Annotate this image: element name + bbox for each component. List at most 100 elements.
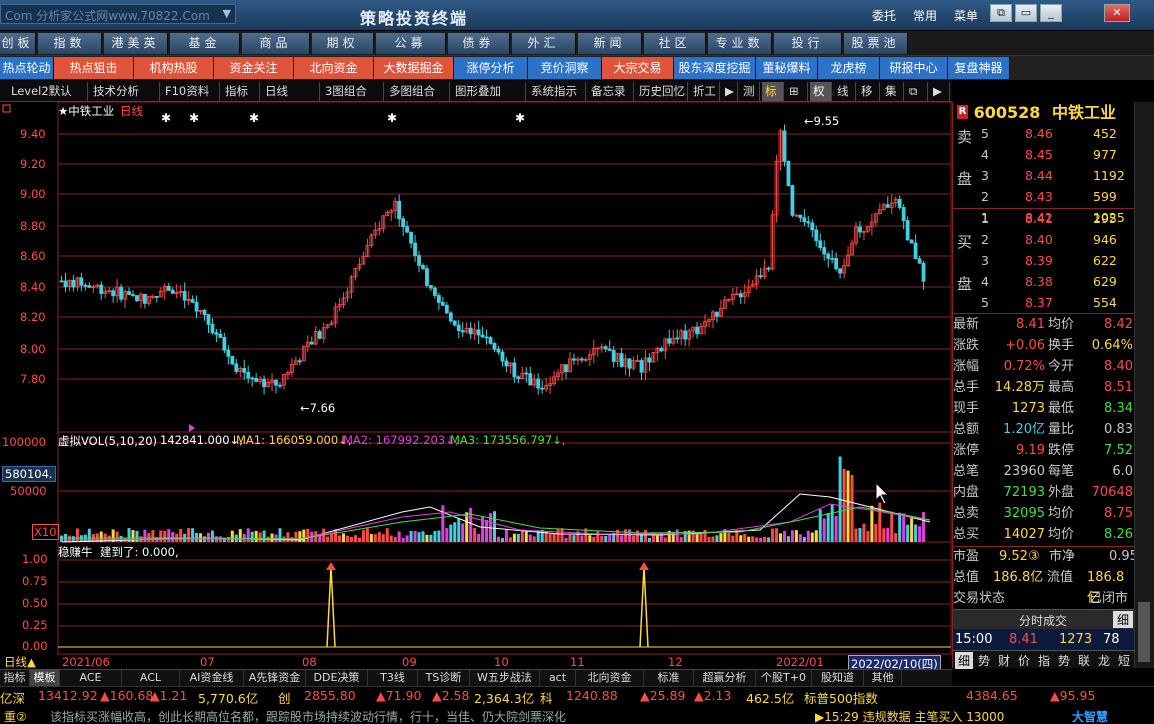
feature-tab-7[interactable]: 竞价洞察 [528,57,602,79]
feature-tab-2[interactable]: 机构热股 [134,57,214,79]
feature-tab-1[interactable]: 热点狙击 [54,57,134,79]
quote-tab-2[interactable]: 财 [995,652,1013,669]
indicator-tab-4[interactable]: AI资金线 [180,670,244,686]
toolbar-btn-20[interactable]: ⧉ [906,82,928,101]
minimize-icon[interactable]: _ [1040,4,1062,22]
quote-tab-0[interactable]: 细 [955,652,973,669]
toolbar-btn-0[interactable]: Level2默认 [8,82,88,101]
sell-level-3[interactable]: 3 8.44 1192 [953,166,1135,187]
detail-tab[interactable]: 细 [1113,611,1133,628]
menu-item-9[interactable]: 新闻 [578,33,642,54]
kline-chart-area[interactable]: ✱ ✱ ✱ ✱ ✱ ★中铁工业 日线 9.40 9.20 9.00 8.80 8.60 8.40 8… [0,102,952,673]
quote-tab-4[interactable]: 指 [1035,652,1053,669]
main-menu[interactable]: 菜单 [954,7,978,24]
quote-tab-1[interactable]: 势 [975,652,993,669]
menu-item-0[interactable]: 创板 [0,33,36,54]
indicator-tab-9[interactable]: W五步战法 [470,670,540,686]
toolbar-btn-11[interactable]: 折工 [690,82,720,101]
buy-level-5[interactable]: 5 8.37 554 [953,293,1135,314]
menu-item-4[interactable]: 商品 [242,33,310,54]
indicator-tab-3[interactable]: ACL [122,670,180,686]
sell-level-2[interactable]: 2 8.43 599 [953,187,1135,208]
indicator-tab-12[interactable]: 标准 [644,670,694,686]
feature-tab-11[interactable]: 龙虎榜 [818,57,880,79]
sell-level-5[interactable]: 5 8.46 452 [953,124,1135,145]
toolbar-btn-2[interactable]: F10资料 [162,82,220,101]
indicator-tab-8[interactable]: TS诊断 [418,670,470,686]
common-menu[interactable]: 常用 [913,7,937,24]
feature-tab-12[interactable]: 研报中心 [880,57,948,79]
indicator-tab-1[interactable]: 模板 [30,670,60,686]
toolbar-btn-18[interactable]: 移 [858,82,880,101]
indicator-tab-16[interactable]: 其他 [864,670,902,686]
indicator-tab-15[interactable]: 股知道 [812,670,864,686]
feature-tab-8[interactable]: 大宗交易 [602,57,674,79]
toolbar-btn-1[interactable]: 技术分析 [90,82,160,101]
menu-item-12[interactable]: 投行 [774,33,842,54]
stock-search-input[interactable]: Com 分析家公式网www.70822.Com ▼ [0,4,236,24]
restore-icon[interactable]: ⧉ [990,4,1012,22]
period-bottom[interactable]: 日线▲ [4,654,36,670]
buy-level-2[interactable]: 2 8.40 946 [953,230,1135,251]
toolbar-btn-17[interactable]: 线 [834,82,856,101]
toolbar-btn-3[interactable]: 指标 [222,82,260,101]
menu-item-3[interactable]: 基金 [170,33,240,54]
toolbar-btn-15[interactable]: ⊞ [786,82,808,101]
toolbar-btn-12[interactable]: ▶ [722,82,738,101]
scroll-thumb[interactable] [1138,602,1150,662]
toolbar-btn-14[interactable]: 标 [762,82,784,101]
feature-tab-0[interactable]: 热点轮动 [0,57,54,79]
close-icon[interactable]: ✕ [1104,4,1130,22]
toolbar-btn-7[interactable]: 图形叠加 [452,82,526,101]
quote-tab-8[interactable]: 短 [1115,652,1133,669]
feature-tab-13[interactable]: 复盘神器 [948,57,1010,79]
menu-item-11[interactable]: 专业数据 [708,33,772,71]
indicator-tab-11[interactable]: 北向资金 [576,670,644,686]
menu-item-1[interactable]: 指数 [38,33,102,54]
feature-tab-6[interactable]: 涨停分析 [454,57,528,79]
feature-tab-3[interactable]: 资金关注 [214,57,294,79]
indicator-tab-10[interactable]: act [540,670,576,686]
menu-item-6[interactable]: 公募REITs [376,33,446,71]
toolbar-btn-10[interactable]: 历史回忆 [636,82,688,101]
menu-item-7[interactable]: 债券 [448,33,510,54]
indicator-tab-7[interactable]: T3线 [368,670,418,686]
indicator-tab-13[interactable]: 超赢分析 [694,670,756,686]
feature-tab-10[interactable]: 董秘爆料 [756,57,818,79]
toolbar-btn-16[interactable]: 权 [810,82,832,101]
menu-item-13[interactable]: 股票池 [844,33,908,54]
feature-tab-5[interactable]: 大数据掘金 [374,57,454,79]
menu-item-2[interactable]: 港美英 [104,33,168,54]
buy-level-3[interactable]: 3 8.39 622 [953,251,1135,272]
quote-tab-3[interactable]: 价 [1015,652,1033,669]
right-scrollbar[interactable] [1134,102,1154,668]
indicator-tab-5[interactable]: A先锋资金 [244,670,306,686]
toolbar-btn-6[interactable]: 多图组合 [386,82,450,101]
indicator-tab-14[interactable]: 个股T+0 [756,670,812,686]
indicator-tab-0[interactable]: 指标 [0,670,30,686]
buy-level-1[interactable]: 1 8.41 295 [953,209,1135,230]
menu-item-10[interactable]: 社区 [644,33,706,54]
chevron-down-icon[interactable]: ▼ [223,7,231,20]
quote-tab-7[interactable]: 龙 [1095,652,1113,669]
sell-level-4[interactable]: 4 8.45 977 [953,145,1135,166]
quote-tab-5[interactable]: 势 [1055,652,1073,669]
indicator-tab-2[interactable]: ACE [60,670,122,686]
indicator-tab-6[interactable]: DDE决策 [306,670,368,686]
feature-tab-9[interactable]: 股东深度挖掘 [674,57,756,79]
entrust-menu[interactable]: 委托 [872,7,896,24]
buy-level-4[interactable]: 4 8.38 629 [953,272,1135,293]
maximize-icon[interactable]: ▭ [1015,4,1037,22]
toolbar-btn-21[interactable]: ▶ [930,82,950,101]
feature-tab-4[interactable]: 北向资金 [294,57,374,79]
toolbar-btn-4[interactable]: 日线 [262,82,320,101]
toolbar-btn-5[interactable]: 3图组合 [322,82,384,101]
menu-item-5[interactable]: 期权 [312,33,374,54]
toolbar-btn-9[interactable]: 备忘录 [588,82,634,101]
menu-item-8[interactable]: 外汇 [512,33,576,54]
quote-tab-6[interactable]: 联 [1075,652,1093,669]
toolbar-btn-19[interactable]: 集 [882,82,904,101]
toolbar-btn-13[interactable]: 测 [740,82,760,101]
toolbar-btn-8[interactable]: 系统指示 [528,82,586,101]
trades-tab[interactable]: 分时成交 [1019,612,1067,629]
